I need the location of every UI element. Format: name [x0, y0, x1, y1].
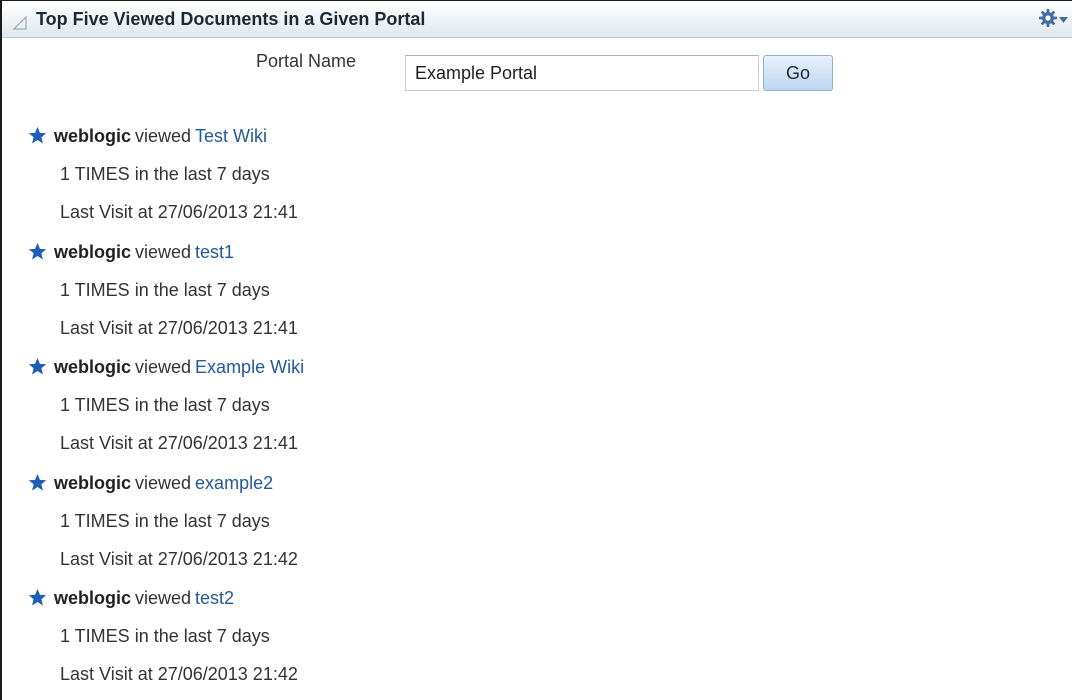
collapse-triangle-icon[interactable]	[13, 16, 27, 30]
time-period: in the last 7 days	[134, 510, 270, 531]
activity-verb: viewed	[135, 126, 192, 146]
list-item: weblogic viewed test2 1 TIMES in the last 7…	[2, 581, 1072, 697]
portal-name-label: Portal Name	[256, 51, 357, 71]
activity-summary: weblogic viewed Test Wiki	[28, 125, 267, 147]
last-visit: Last Visit at 27/06/2013 21:41	[60, 317, 298, 338]
portal-name-input[interactable]	[405, 55, 759, 91]
view-count: 1 TIMES in the last 7 days	[60, 279, 270, 301]
times-count: 1 TIMES	[60, 395, 130, 415]
panel-title: Top Five Viewed Documents in a Given Por…	[36, 9, 426, 29]
view-count: 1 TIMES in the last 7 days	[60, 625, 270, 647]
view-count: 1 TIMES in the last 7 days	[60, 163, 270, 185]
last-visit: Last Visit at 27/06/2013 21:41	[60, 433, 298, 453]
document-link[interactable]: test1	[195, 242, 234, 262]
user-name: weblogic	[54, 357, 132, 377]
last-visit: Last Visit at 27/06/2013 21:42	[60, 664, 298, 684]
star-icon	[28, 357, 47, 375]
star-icon	[28, 588, 47, 606]
activity-summary: weblogic viewed example2	[28, 472, 273, 494]
list-item: weblogic viewed Example Wiki 1 TIMES in the…	[2, 350, 1072, 466]
times-count: 1 TIMES	[60, 279, 130, 300]
document-link[interactable]: Test Wiki	[195, 126, 267, 146]
panel-header: Top Five Viewed Documents in a Given Por…	[2, 1, 1072, 38]
activity-summary: weblogic viewed Example Wiki	[28, 356, 304, 378]
activity-summary: weblogic viewed test2	[28, 587, 234, 609]
user-name: weblogic	[54, 588, 132, 608]
list-item: weblogic viewed Test Wiki 1 TIMES in the la…	[2, 119, 1072, 235]
time-period: in the last 7 days	[134, 279, 270, 300]
view-count: 1 TIMES in the last 7 days	[60, 394, 270, 416]
gear-icon	[1039, 9, 1057, 27]
view-count: 1 TIMES in the last 7 days	[60, 510, 270, 532]
document-link[interactable]: Example Wiki	[195, 357, 304, 377]
chevron-down-icon	[1059, 17, 1068, 23]
times-count: 1 TIMES	[60, 164, 130, 184]
star-icon	[28, 126, 47, 144]
times-count: 1 TIMES	[60, 510, 130, 531]
activity-verb: viewed	[135, 472, 192, 493]
time-period: in the last 7 days	[134, 626, 270, 646]
activity-list: weblogic viewed Test Wiki 1 TIMES in the la…	[2, 119, 1072, 697]
star-icon	[28, 473, 47, 490]
user-name: weblogic	[54, 241, 132, 262]
last-visit: Last Visit at 27/06/2013 21:42	[60, 548, 298, 569]
activity-verb: viewed	[135, 357, 192, 377]
star-icon	[28, 242, 47, 259]
user-name: weblogic	[54, 126, 132, 146]
list-item: weblogic viewed test1 1 TIMES in the last 7…	[2, 235, 1072, 351]
time-period: in the last 7 days	[134, 395, 270, 415]
top-viewed-documents-panel: Top Five Viewed Documents in a Given Por…	[0, 0, 1072, 700]
panel-menu-button[interactable]	[1038, 8, 1068, 28]
go-button[interactable]: Go	[763, 55, 833, 91]
document-link[interactable]: example2	[195, 473, 273, 493]
activity-summary: weblogic viewed test1	[28, 241, 234, 263]
time-period: in the last 7 days	[134, 164, 270, 184]
list-item: weblogic viewed example2 1 TIMES in the las…	[2, 466, 1072, 582]
times-count: 1 TIMES	[60, 626, 130, 646]
activity-verb: viewed	[135, 241, 192, 262]
document-link[interactable]: test2	[195, 588, 234, 608]
activity-verb: viewed	[135, 588, 192, 608]
user-name: weblogic	[54, 472, 132, 493]
last-visit: Last Visit at 27/06/2013 21:41	[60, 202, 298, 222]
